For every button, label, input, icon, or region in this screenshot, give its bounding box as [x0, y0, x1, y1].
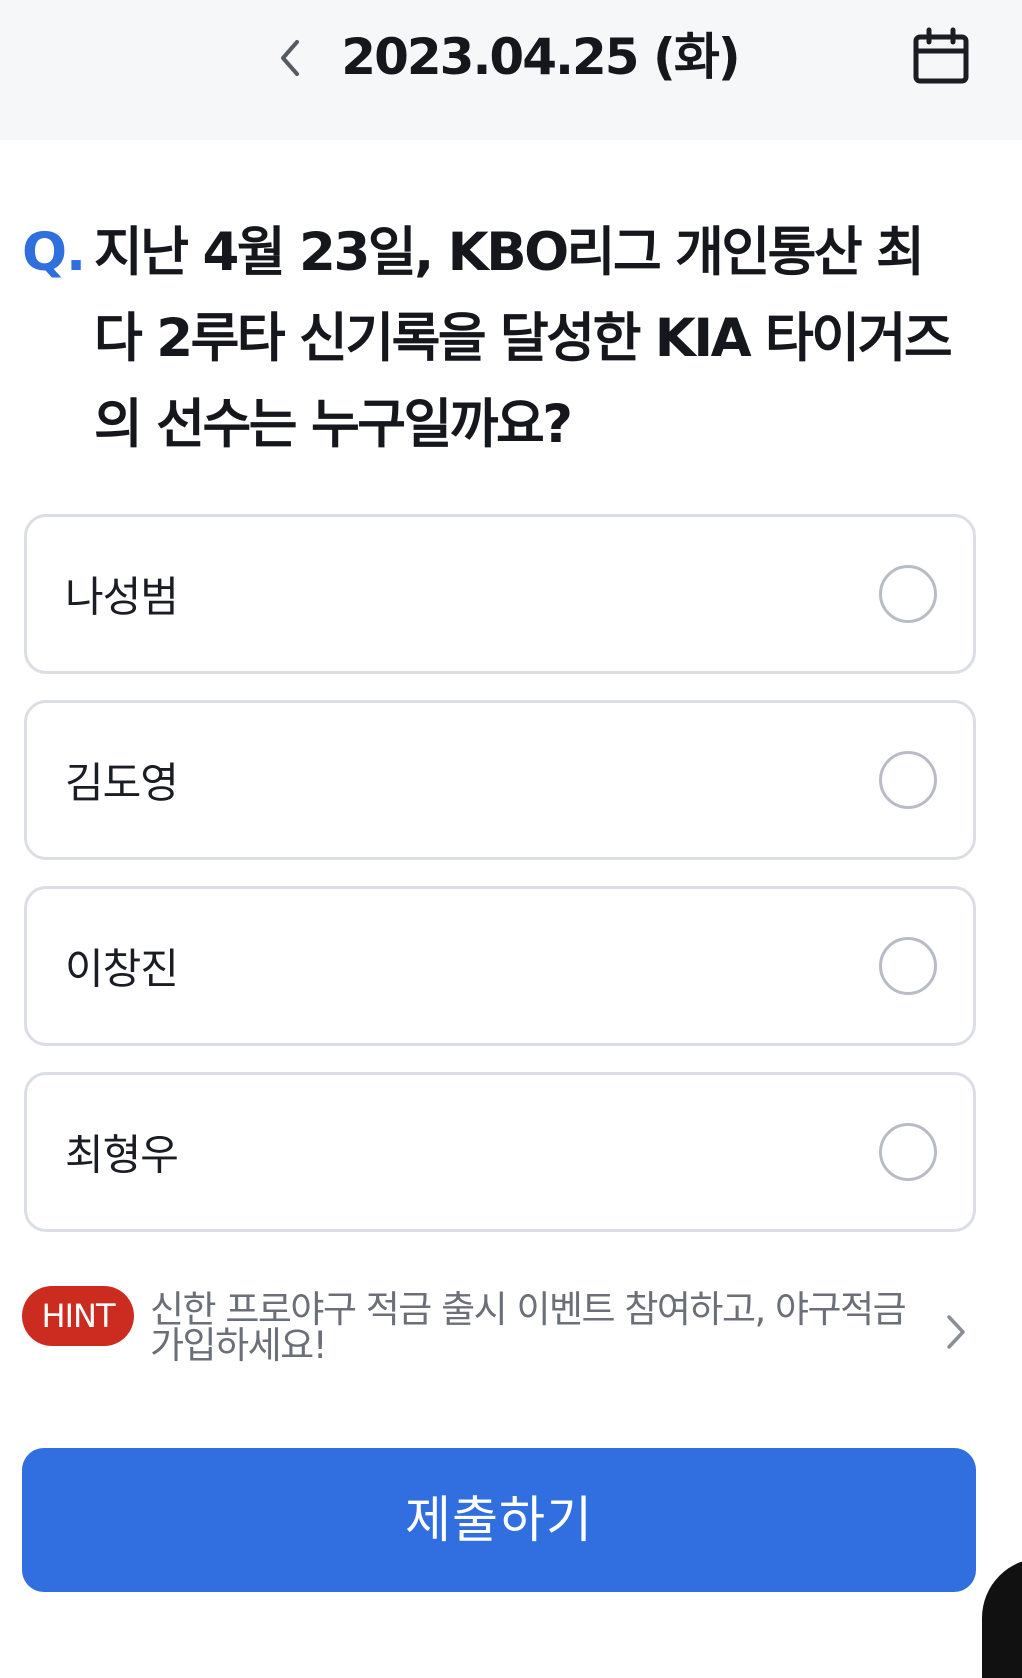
submit-button[interactable]: 제출하기	[22, 1448, 976, 1592]
date-title: 2023.04.25 (화)	[341, 28, 740, 86]
hint-badge: HINT	[22, 1286, 134, 1346]
calendar-icon	[913, 27, 969, 84]
radio-button[interactable]	[879, 565, 937, 623]
hint-chevron	[940, 1304, 972, 1360]
hint-link[interactable]: HINT 신한 프로야구 적금 출시 이벤트 참여하고, 야구적금 가입하세요!	[22, 1286, 972, 1386]
hint-text: 신한 프로야구 적금 출시 이벤트 참여하고, 야구적금 가입하세요!	[150, 1288, 907, 1367]
answer-option-label: 김도영	[65, 758, 179, 808]
answer-option-label: 나성범	[65, 572, 179, 622]
radio-button[interactable]	[879, 1123, 937, 1181]
chevron-right-icon	[947, 1315, 965, 1349]
radio-button[interactable]	[879, 937, 937, 995]
answer-option-label: 이창진	[65, 944, 179, 994]
device-corner	[982, 1558, 1022, 1678]
answer-options: 나성범 김도영 이창진 최형우	[24, 514, 976, 1258]
question-text: 지난 4월 23일, KBO리그 개인통산 최다 2루타 신기록을 달성한 KI…	[94, 222, 953, 455]
question-prefix: Q.	[22, 222, 86, 283]
answer-option[interactable]: 김도영	[24, 700, 976, 860]
question: Q. 지난 4월 23일, KBO리그 개인통산 최다 2루타 신기록을 달성한…	[22, 210, 972, 468]
chevron-left-icon	[281, 40, 299, 76]
calendar-button[interactable]	[908, 24, 974, 90]
answer-option[interactable]: 이창진	[24, 886, 976, 1046]
answer-option-label: 최형우	[65, 1130, 179, 1180]
top-header: 2023.04.25 (화)	[0, 0, 1022, 140]
previous-day-button[interactable]	[262, 30, 318, 86]
answer-option[interactable]: 나성범	[24, 514, 976, 674]
answer-option[interactable]: 최형우	[24, 1072, 976, 1232]
radio-button[interactable]	[879, 751, 937, 809]
